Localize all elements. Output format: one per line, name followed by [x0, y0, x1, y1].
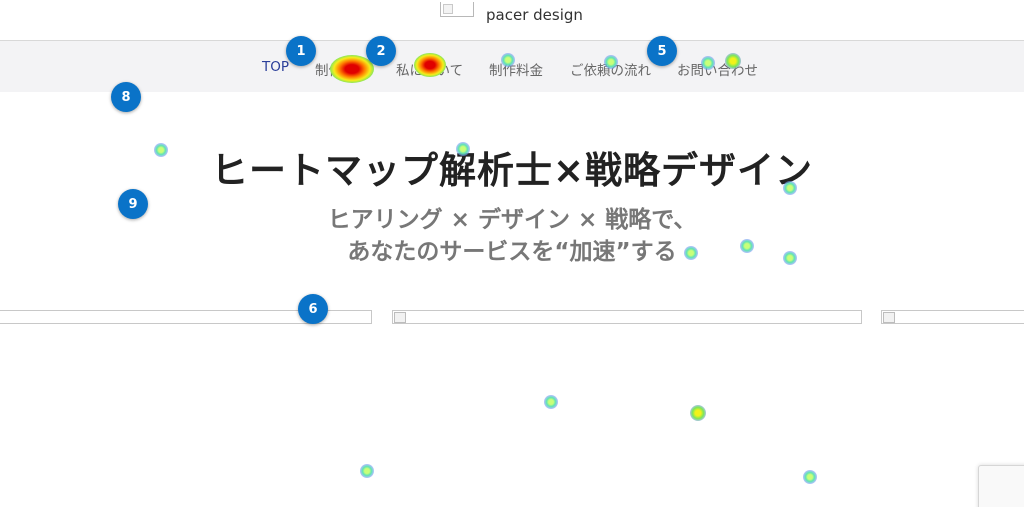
card-image-2[interactable] — [392, 310, 862, 324]
click-marker-6[interactable]: 6 — [298, 294, 328, 324]
hero-subtitle-line-2: あなたのサービスを“加速”する — [347, 239, 677, 265]
heat-spot — [544, 395, 558, 409]
recaptcha-badge[interactable] — [978, 465, 1024, 507]
hero-subtitle-line-1: ヒアリング × デザイン × 戦略で、 — [327, 207, 697, 233]
broken-image-icon — [883, 312, 895, 323]
nav-item-top[interactable]: TOP — [262, 59, 289, 75]
heat-spot — [803, 470, 817, 484]
click-marker-5[interactable]: 5 — [647, 36, 677, 66]
nav-item-works[interactable]: 制作実績 — [315, 59, 369, 79]
site-header: pacer design — [0, 0, 1024, 41]
site-name[interactable]: pacer design — [486, 6, 583, 24]
hero-title: ヒートマップ解析士×戦略デザイン — [210, 149, 813, 192]
heat-spot — [360, 464, 374, 478]
page: pacer design TOP 制作実績 私について 制作料金 ご依頼の流れ … — [0, 0, 1024, 507]
nav-item-flow[interactable]: ご依頼の流れ — [570, 59, 651, 79]
nav-item-pricing[interactable]: 制作料金 — [489, 59, 543, 79]
heat-spot — [690, 405, 706, 421]
nav-item-contact[interactable]: お問い合わせ — [677, 59, 758, 79]
click-marker-1[interactable]: 1 — [286, 36, 316, 66]
hero-subtitle: ヒアリング × デザイン × 戦略で、 あなたのサービスを“加速”する — [0, 204, 1024, 268]
site-logo[interactable] — [440, 0, 474, 32]
broken-image-icon — [440, 1, 474, 17]
click-marker-8[interactable]: 8 — [111, 82, 141, 112]
click-marker-9[interactable]: 9 — [118, 189, 148, 219]
nav-item-about[interactable]: 私について — [396, 59, 463, 79]
global-nav: TOP 制作実績 私について 制作料金 ご依頼の流れ お問い合わせ — [0, 41, 1024, 92]
click-marker-2[interactable]: 2 — [366, 36, 396, 66]
broken-image-icon — [394, 312, 406, 323]
card-image-3[interactable] — [881, 310, 1024, 324]
